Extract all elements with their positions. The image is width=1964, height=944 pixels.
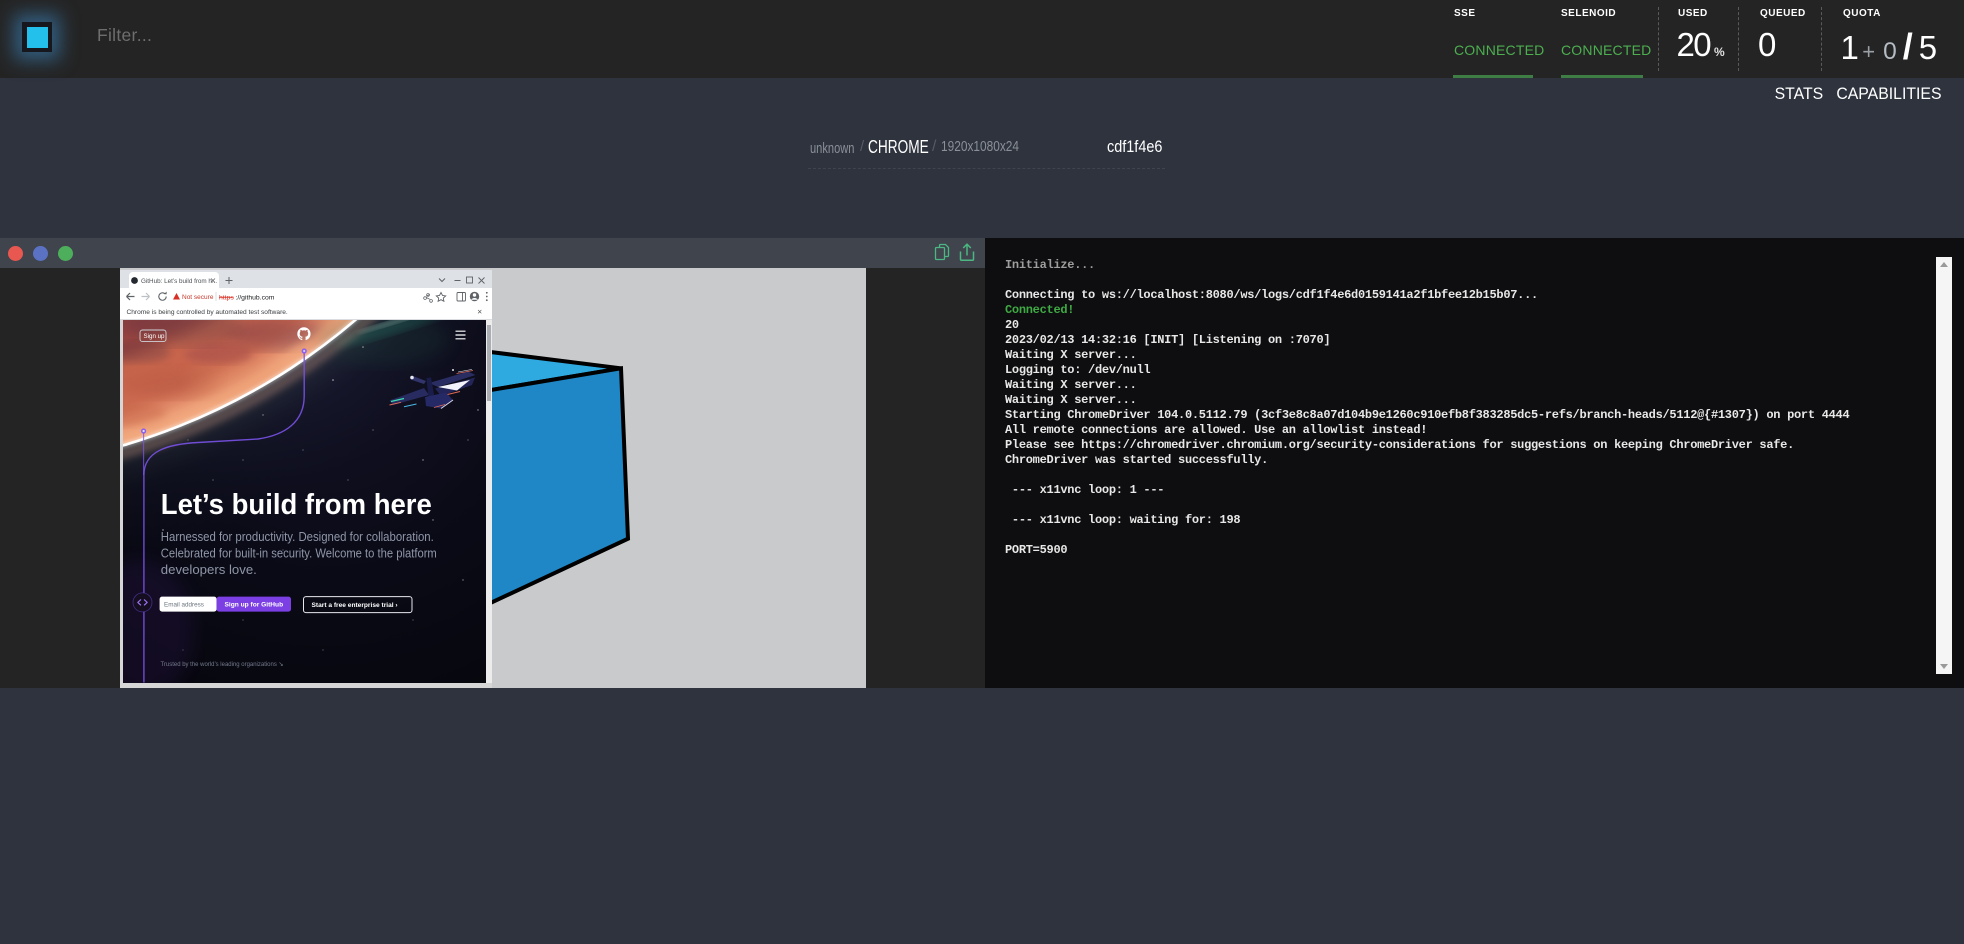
svg-text:Sign up: Sign up	[143, 333, 165, 340]
svg-text:Email address: Email address	[164, 601, 204, 608]
svg-text:Trusted by the world’s leading: Trusted by the world’s leading organizat…	[160, 661, 283, 668]
svg-text:https: https	[219, 294, 234, 301]
svg-text:Not secure: Not secure	[182, 294, 214, 301]
svg-text:GitHub: Let’s build from h...: GitHub: Let’s build from h...	[141, 277, 217, 284]
svg-text:://github.com: ://github.com	[235, 294, 274, 301]
svg-text:developers love.: developers love.	[160, 562, 256, 577]
svg-text:Harnessed for productivity. De: Harnessed for productivity. Designed for…	[160, 529, 433, 544]
svg-text:Sign up for GitHub: Sign up for GitHub	[224, 602, 283, 609]
svg-text:Start a free enterprise trial: Start a free enterprise trial ›	[311, 602, 397, 609]
svg-text:Celebrated for built-in securi: Celebrated for built-in security. Welcom…	[160, 546, 436, 561]
svg-text:Let’s build from here: Let’s build from here	[160, 489, 431, 521]
